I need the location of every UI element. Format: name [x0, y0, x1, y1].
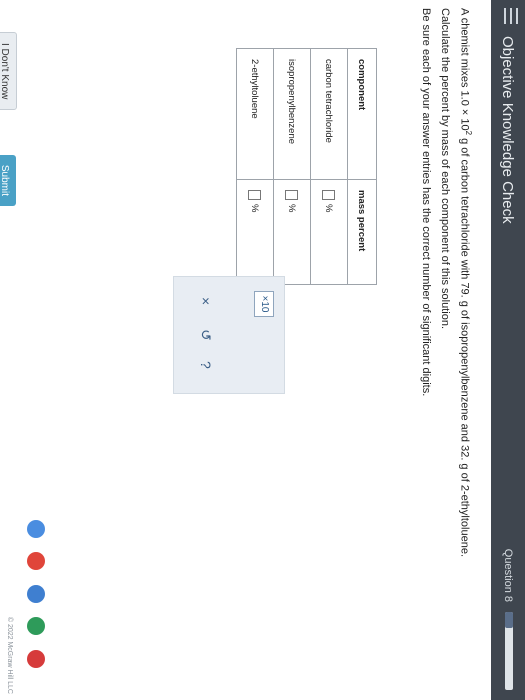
dont-know-button[interactable]: I Don't Know [0, 32, 17, 111]
screen: Objective Knowledge Check Question 8 A c… [0, 0, 525, 700]
footer-buttons: I Don't Know Submit [0, 32, 17, 246]
app-icon[interactable] [27, 584, 45, 603]
mass-percent-cell: % [310, 179, 348, 285]
copyright-text: © 2022 McGraw Hill LLC [6, 616, 13, 694]
table-row: 2-ethyltoluene % [236, 48, 274, 285]
help-icon[interactable]: ? [198, 361, 214, 369]
prompt-text: g of carbon tetrachloride with 79. g of … [458, 135, 471, 557]
question-number: Question 8 [502, 548, 514, 602]
prompt-text: A chemist mixes 1.0 × 10 [458, 8, 471, 131]
taskbar-dock [15, 520, 45, 680]
header-mass-percent: mass percent [347, 179, 377, 285]
app-icon[interactable] [27, 649, 45, 668]
prompt-line-2: Calculate the percent by mass of each co… [439, 8, 452, 330]
table-row: carbon tetrachloride % [310, 48, 348, 285]
undo-icon[interactable]: ↺ [197, 329, 214, 341]
prompt-line-1: A chemist mixes 1.0 × 102 g of carbon te… [455, 8, 477, 692]
percent-unit: % [286, 204, 298, 213]
app-icon[interactable] [27, 617, 45, 636]
mass-percent-input[interactable] [285, 190, 299, 200]
top-bar: Objective Knowledge Check Question 8 [491, 0, 525, 700]
prompt-line-3: Be sure each of your answer entries has … [420, 8, 433, 397]
component-name: carbon tetrachloride [310, 48, 348, 180]
percent-unit: % [323, 204, 335, 213]
scientific-notation-button[interactable]: ×10 [254, 291, 274, 317]
mass-percent-cell: % [236, 179, 274, 285]
tool-panel: ×10 × ↺ ? [173, 276, 285, 394]
answer-table: component mass percent carbon tetrachlor… [236, 48, 377, 285]
mass-percent-cell: % [273, 179, 311, 285]
question-prompt: A chemist mixes 1.0 × 102 g of carbon te… [417, 8, 477, 692]
app-icon[interactable] [27, 520, 45, 538]
progress-bar [505, 612, 513, 690]
percent-unit: % [249, 204, 261, 213]
table-header-row: component mass percent [347, 48, 377, 285]
page-title: Objective Knowledge Check [499, 36, 516, 224]
clear-icon[interactable]: × [198, 297, 214, 305]
app-icon[interactable] [27, 552, 45, 571]
mass-percent-input[interactable] [248, 190, 262, 200]
table-row: isopropenylbenzene % [273, 48, 311, 285]
question-content: A chemist mixes 1.0 × 102 g of carbon te… [0, 8, 485, 692]
mass-percent-input[interactable] [322, 190, 336, 200]
component-name: isopropenylbenzene [273, 48, 311, 180]
header-component: component [347, 48, 377, 180]
menu-icon[interactable] [504, 8, 518, 24]
component-name: 2-ethyltoluene [236, 48, 274, 180]
submit-button[interactable]: Submit [0, 154, 16, 206]
progress-fill [505, 612, 513, 628]
